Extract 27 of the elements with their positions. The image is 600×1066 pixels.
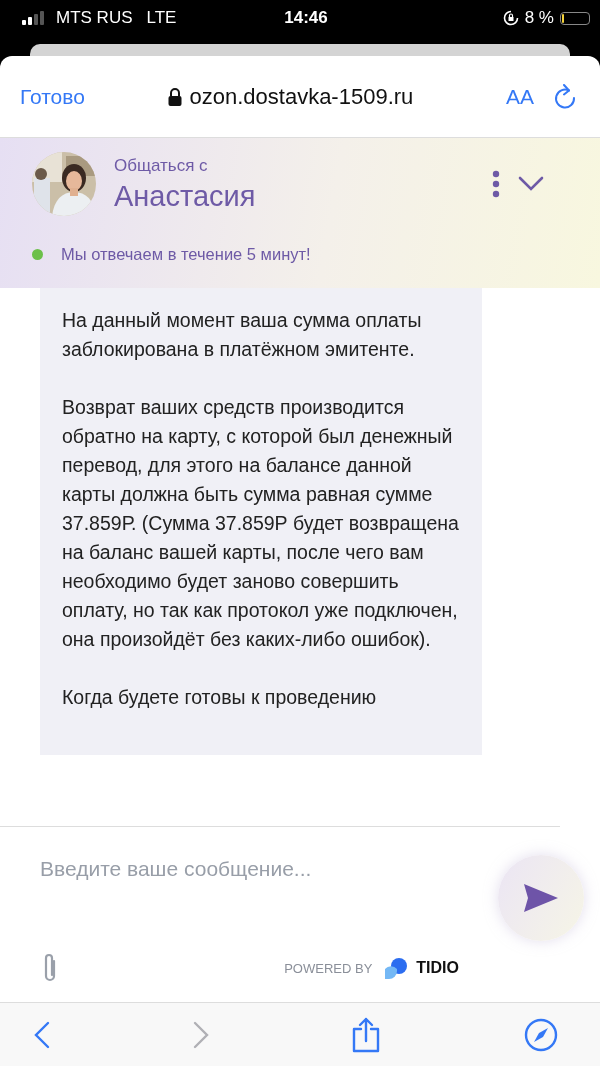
chevron-down-icon[interactable]: [518, 176, 544, 192]
rotation-lock-icon: [502, 10, 519, 26]
agent-name: Анастасия: [114, 179, 257, 213]
compass-icon[interactable]: [523, 1017, 558, 1052]
lock-icon: [167, 87, 182, 106]
carrier-name: MTS RUS: [56, 8, 133, 28]
send-icon: [522, 883, 560, 913]
battery-icon: [560, 11, 590, 25]
done-button[interactable]: Готово: [20, 84, 85, 109]
message-text: На данный момент ваша сумма оплаты заблокирована в платёжном эмитенте.: [62, 308, 423, 362]
brand-name: TIDIO: [416, 959, 459, 977]
message-input[interactable]: Введите ваше сообщение...: [40, 845, 488, 893]
url-text[interactable]: ozon.dostavka-1509.ru: [189, 83, 414, 110]
reload-icon[interactable]: [554, 83, 576, 110]
battery-percent: 8 %: [524, 8, 554, 28]
network-type: LTE: [146, 8, 177, 28]
more-icon[interactable]: [492, 170, 500, 198]
availability-text: Мы отвечаем в течение 5 минут!: [61, 245, 311, 264]
share-icon[interactable]: [351, 1016, 382, 1053]
message-text: Возврат ваших средств производится обратно на карту, с которой был денежный перевод, для этого на балансе данной карты должна быть сумма равная сумме 37.859Р. (Сумма 37.859Р будет возвращена на баланс вашей карты, после чего вам необходимо будет заново совершить оплату, но так как протокол уже подключен, она произойдёт без каких-либо ошибок).: [62, 395, 460, 652]
chat-subtitle: Общаться с: [114, 155, 209, 176]
powered-by-text: POWERED BY: [284, 960, 373, 976]
clock: 14:46: [284, 8, 328, 28]
back-icon[interactable]: [34, 1020, 50, 1049]
bubbles-logo-icon: [384, 957, 409, 979]
message-text: Когда будете готовы к проведению: [62, 685, 378, 710]
text-size-button[interactable]: AA: [496, 84, 544, 109]
